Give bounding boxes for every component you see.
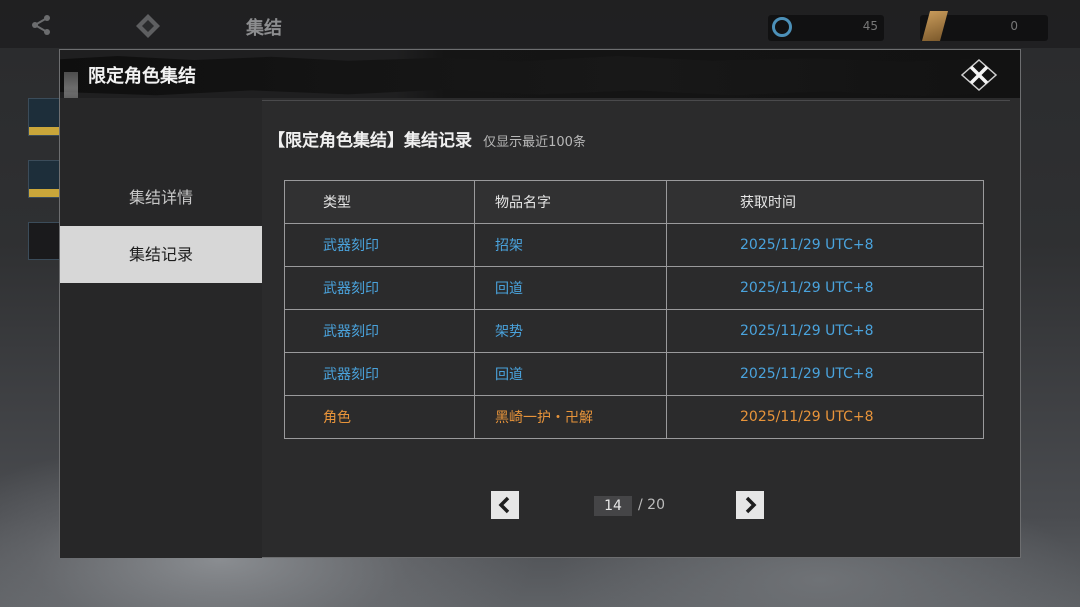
- background-thumbnail: [28, 160, 62, 198]
- currency-2-value: 0: [1010, 19, 1018, 33]
- column-header-type: 类型: [284, 180, 475, 224]
- content-title: 【限定角色集结】集结记录: [268, 131, 472, 151]
- top-bar: 集结 45 0: [0, 0, 1080, 48]
- currency-2[interactable]: 0: [920, 11, 1048, 41]
- records-table: 类型 物品名字 获取时间 武器刻印 招架 2025/11/29 UTC+8 武器…: [284, 180, 984, 439]
- total-pages: / 20: [638, 497, 665, 513]
- home-icon[interactable]: [134, 12, 162, 40]
- cell-time: 2025/11/29 UTC+8: [666, 266, 984, 310]
- orb-currency-icon: [772, 17, 792, 37]
- close-x-icon: [960, 58, 998, 92]
- column-header-time: 获取时间: [666, 180, 984, 224]
- crystal-currency-icon: [921, 11, 949, 41]
- cell-type: 角色: [284, 395, 475, 439]
- cell-item-name: 招架: [474, 223, 667, 267]
- cell-type: 武器刻印: [284, 223, 475, 267]
- next-page-button[interactable]: [736, 491, 764, 519]
- currency-1-value: 45: [862, 19, 878, 33]
- table-header-row: 类型 物品名字 获取时间: [284, 180, 984, 224]
- cell-time: 2025/11/29 UTC+8: [666, 352, 984, 396]
- cell-item-name: 回道: [474, 266, 667, 310]
- cell-time: 2025/11/29 UTC+8: [666, 223, 984, 267]
- table-row: 武器刻印 架势 2025/11/29 UTC+8: [284, 309, 984, 353]
- currency-1[interactable]: 45: [768, 15, 884, 41]
- content-subtitle: 仅显示最近100条: [483, 135, 586, 150]
- table-row: 武器刻印 招架 2025/11/29 UTC+8: [284, 223, 984, 267]
- table-row: 角色 黑崎一护・卍解 2025/11/29 UTC+8: [284, 395, 984, 439]
- brush-stroke-decoration: [60, 56, 1020, 96]
- background-thumbnail: [28, 222, 62, 260]
- content-header: 【限定角色集结】集结记录 仅显示最近100条: [268, 126, 586, 151]
- chevron-left-icon: [498, 496, 510, 514]
- share-icon[interactable]: [30, 14, 52, 36]
- close-button[interactable]: [960, 58, 998, 92]
- cell-type: 武器刻印: [284, 309, 475, 353]
- cell-type: 武器刻印: [284, 352, 475, 396]
- previous-page-button[interactable]: [491, 491, 519, 519]
- column-header-item-name: 物品名字: [474, 180, 667, 224]
- cell-item-name: 架势: [474, 309, 667, 353]
- background-thumbnail: [28, 98, 62, 136]
- sidebar-item-records[interactable]: 集结记录: [60, 226, 262, 283]
- cell-time: 2025/11/29 UTC+8: [666, 395, 984, 439]
- dialog-title: 限定角色集结: [88, 66, 196, 87]
- scene-title: 集结: [246, 18, 282, 39]
- chevron-right-icon: [745, 496, 757, 514]
- cell-type: 武器刻印: [284, 266, 475, 310]
- table-row: 武器刻印 回道 2025/11/29 UTC+8: [284, 352, 984, 396]
- cell-time: 2025/11/29 UTC+8: [666, 309, 984, 353]
- cell-item-name: 回道: [474, 352, 667, 396]
- dialog-header: 限定角色集结: [60, 50, 1020, 98]
- gacha-record-dialog: 限定角色集结 集结详情 集结记录 【限定角色集结】集结记录 仅显示最近100条 …: [59, 49, 1021, 558]
- dialog-sidebar: 集结详情 集结记录: [60, 98, 262, 558]
- cell-item-name: 黑崎一护・卍解: [474, 395, 667, 439]
- current-page-number: 14: [594, 496, 632, 516]
- table-row: 武器刻印 回道 2025/11/29 UTC+8: [284, 266, 984, 310]
- sidebar-item-details[interactable]: 集结详情: [60, 169, 262, 226]
